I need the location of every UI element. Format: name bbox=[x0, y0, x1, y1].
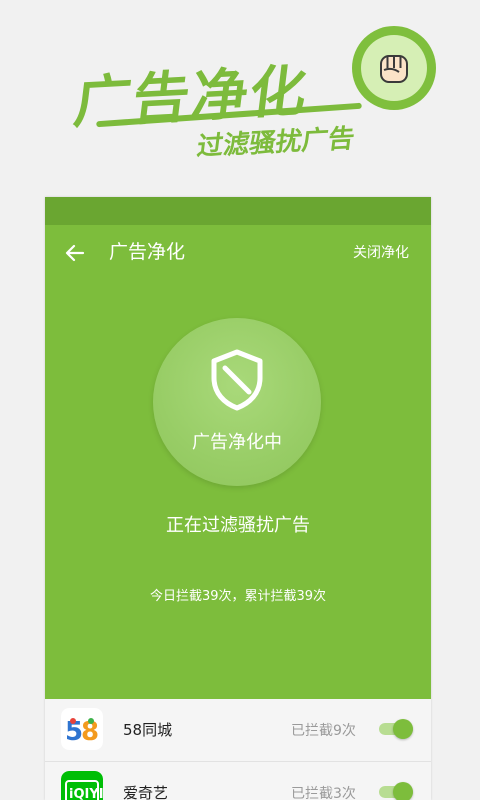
app-toggle[interactable] bbox=[379, 719, 413, 739]
promo-subline: 过滤骚扰广告 bbox=[195, 123, 357, 163]
back-arrow-icon[interactable] bbox=[63, 241, 87, 265]
iqiyi-logo-icon: iQIYI bbox=[61, 771, 103, 800]
svg-text:iQIYI: iQIYI bbox=[69, 787, 103, 800]
phone-screen: 广告净化 关闭净化 广告净化中 正在过滤骚扰广告 今日拦截39次，累计拦截39次… bbox=[45, 197, 431, 800]
filtering-status-text: 正在过滤骚扰广告 bbox=[166, 515, 310, 536]
toggle-knob bbox=[393, 782, 413, 800]
status-bar bbox=[45, 197, 431, 225]
blocked-count: 已拦截3次 bbox=[291, 786, 356, 800]
blocked-count: 已拦截9次 bbox=[291, 723, 356, 739]
list-item[interactable]: 5 8 58同城 已拦截9次 bbox=[45, 699, 431, 759]
app-toggle[interactable] bbox=[379, 782, 413, 800]
shield-icon bbox=[208, 348, 266, 412]
promo-banner: 广告净化 过滤骚扰广告 bbox=[0, 0, 480, 197]
58-logo-icon: 5 8 bbox=[61, 708, 103, 750]
fist-badge bbox=[352, 26, 436, 110]
toggle-knob bbox=[393, 719, 413, 739]
circle-status-label: 广告净化中 bbox=[192, 432, 282, 453]
list-item[interactable]: iQIYI 爱奇艺 已拦截3次 bbox=[45, 761, 431, 800]
purify-status-circle[interactable]: 广告净化中 bbox=[153, 318, 321, 486]
toolbar: 广告净化 关闭净化 bbox=[45, 225, 431, 281]
close-purify-button[interactable]: 关闭净化 bbox=[353, 243, 409, 263]
app-name: 爱奇艺 bbox=[123, 784, 169, 800]
fist-icon bbox=[361, 35, 427, 101]
page-title: 广告净化 bbox=[109, 241, 186, 263]
block-count-text: 今日拦截39次，累计拦截39次 bbox=[149, 589, 327, 604]
app-name: 58同城 bbox=[123, 721, 173, 739]
app-list: 5 8 58同城 已拦截9次 iQIYI 爱奇艺 已拦截3次 bbox=[45, 699, 431, 800]
